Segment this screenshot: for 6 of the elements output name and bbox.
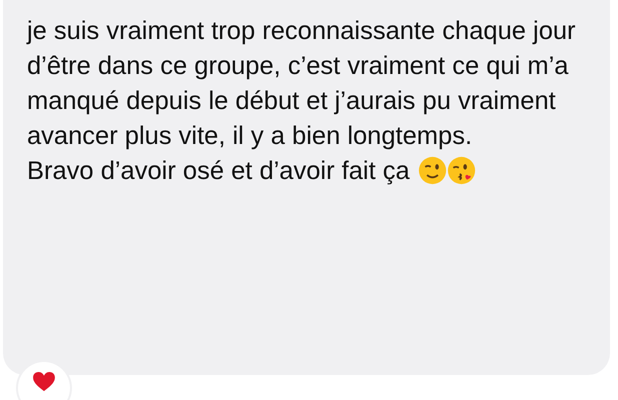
message-text: je suis vraiment trop reconnaissante chaque jour d’être dans ce groupe, c’est vraiment ce qui m’a manqué depuis le début et j’aurais pu vraiment avancer plus vite, il y a bien longtemps. (27, 17, 576, 150)
winking-face-icon (418, 156, 447, 185)
heart-icon (33, 372, 55, 392)
message-text: Bravo d’avoir osé et d’avoir fait ça (27, 157, 410, 185)
reaction-badge[interactable] (18, 362, 70, 400)
kissing-face-icon (446, 156, 476, 185)
